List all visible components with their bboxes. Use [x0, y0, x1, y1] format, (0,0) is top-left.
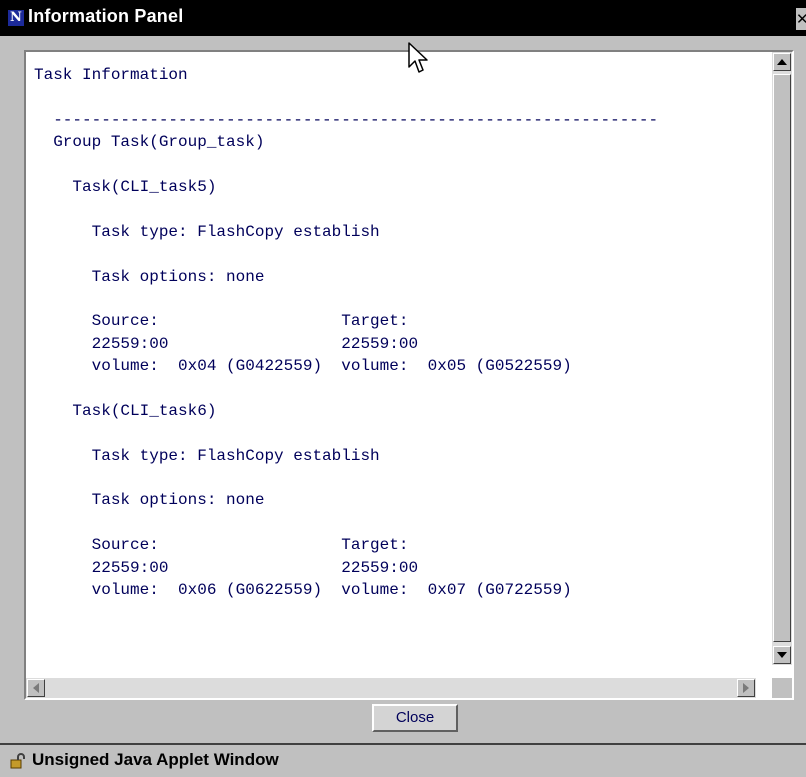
text-line: Task Information — [34, 66, 188, 84]
text-line: volume: 0x04 (G0422559) volume: 0x05 (G0… — [34, 357, 572, 376]
text-line: Task type: FlashCopy establish — [34, 446, 380, 465]
scroll-left-button[interactable] — [27, 679, 45, 697]
mouse-pointer-icon — [408, 42, 428, 73]
scroll-up-button[interactable] — [773, 53, 791, 71]
text-line — [34, 377, 658, 399]
status-bar: Unsigned Java Applet Window — [0, 743, 806, 777]
window-title: Information Panel — [28, 6, 184, 26]
arrow-up-icon — [777, 59, 787, 65]
text-line: Task options: none — [34, 267, 265, 286]
vertical-scrollbar[interactable] — [772, 52, 792, 665]
text-line: Group Task(Group_task) — [34, 133, 265, 152]
text-line: volume: 0x06 (G0622559) volume: 0x07 (G0… — [34, 580, 572, 599]
netscape-n-icon: N — [8, 10, 24, 26]
arrow-left-icon — [33, 683, 39, 693]
close-icon: ✕ — [796, 10, 806, 28]
text-line: ----------------------------------------… — [34, 110, 659, 129]
text-line: Task(CLI_task6) — [34, 401, 217, 420]
text-line — [34, 86, 658, 108]
arrow-down-icon — [777, 652, 787, 658]
text-line — [34, 467, 658, 489]
vertical-scroll-thumb[interactable] — [773, 74, 791, 642]
status-text: Unsigned Java Applet Window — [32, 750, 279, 769]
arrow-right-icon — [743, 683, 749, 693]
text-line — [34, 198, 658, 220]
text-line — [34, 154, 658, 176]
close-button[interactable]: Close — [372, 704, 458, 732]
horizontal-scrollbar[interactable] — [26, 678, 756, 698]
text-line — [34, 288, 658, 310]
text-line — [34, 422, 658, 444]
text-line: 22559:00 22559:00 — [34, 558, 419, 577]
unlocked-padlock-icon — [10, 753, 25, 769]
scroll-right-button[interactable] — [737, 679, 755, 697]
scroll-down-button[interactable] — [773, 646, 791, 664]
text-line: 22559:00 22559:00 — [34, 334, 419, 353]
task-info-text: Task Information -----------------------… — [34, 64, 658, 601]
text-line: Source: Target: — [34, 536, 409, 555]
text-line — [34, 243, 658, 265]
info-text-area[interactable]: Task Information -----------------------… — [26, 52, 756, 665]
info-scroll-pane: Task Information -----------------------… — [24, 50, 794, 700]
title-bar[interactable]: N Information Panel ✕ — [0, 0, 806, 36]
scrollbar-corner — [772, 678, 792, 698]
text-line: Task options: none — [34, 491, 265, 510]
close-window-button[interactable]: ✕ — [796, 8, 806, 30]
text-line: Task(CLI_task5) — [34, 177, 217, 196]
text-line: Source: Target: — [34, 312, 409, 331]
text-line — [34, 512, 658, 534]
text-line: Task type: FlashCopy establish — [34, 222, 380, 241]
